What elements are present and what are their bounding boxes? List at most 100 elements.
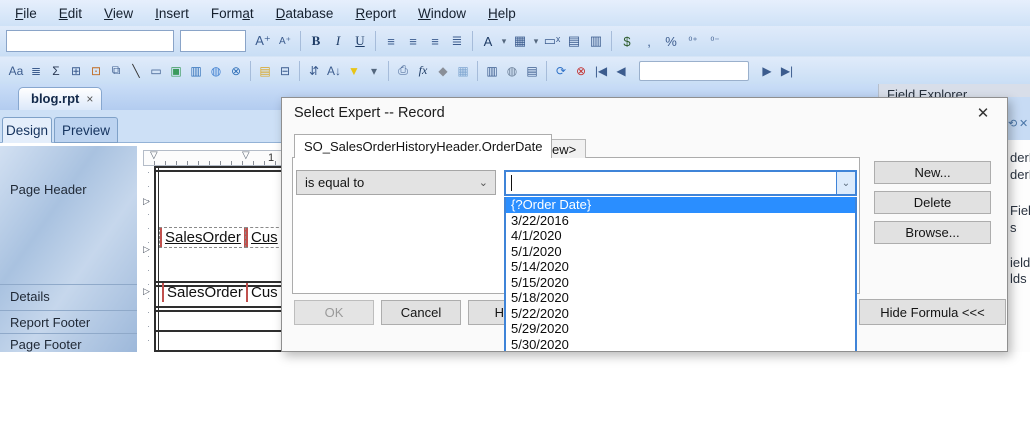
decrease-font-size-icon[interactable]: A⁺ [274,30,296,52]
select-expert-dropdown-icon[interactable]: ▾ [364,60,384,82]
ruler-margin-marker[interactable]: ▽ [242,150,250,161]
insert-text-object-icon[interactable]: Aa [6,60,26,82]
insert-group-icon[interactable]: ≣ [26,60,46,82]
menu-report[interactable]: Report [344,3,407,24]
value-dropdown-list[interactable]: {?Order Date} 3/22/2016 4/1/2020 5/1/2020 5/… [504,197,857,352]
underline-icon[interactable]: U [349,30,371,52]
guide-marker-icon[interactable]: ▷ [143,286,150,297]
section-label-page-header[interactable]: Page Header [10,182,87,197]
header-field-object[interactable]: SalesOrder [159,227,247,248]
dropdown-list-item[interactable]: 3/22/2016 [506,213,855,229]
align-justify-icon[interactable]: ≣ [446,30,468,52]
database-expert-icon[interactable]: ▤ [255,60,275,82]
new-button[interactable]: New... [874,161,991,184]
section-label-page-footer[interactable]: Page Footer [10,337,82,352]
lock-position-icon[interactable]: ▥ [585,30,607,52]
next-page-icon[interactable]: ▶ [757,60,777,82]
borders-icon[interactable]: ▦ [509,30,531,52]
section-label-details[interactable]: Details [10,289,50,304]
align-center-icon[interactable]: ≡ [402,30,424,52]
section-label-report-footer[interactable]: Report Footer [10,315,90,330]
menu-view[interactable]: View [93,3,144,24]
decrease-decimals-icon[interactable]: ⁰⁻ [704,30,726,52]
set-datasource-icon[interactable]: ⊟ [275,60,295,82]
report-explorer-icon[interactable]: ◍ [502,60,522,82]
insert-map-icon[interactable]: ◍ [206,60,226,82]
dropdown-list-item[interactable]: 5/22/2020 [506,306,855,322]
ok-button[interactable]: OK [294,300,374,325]
menu-help[interactable]: Help [477,3,527,24]
grid-options-icon[interactable]: ▦ [453,60,473,82]
header-field-object[interactable]: Cus [245,227,284,248]
suppress-icon[interactable]: ▭ˣ [541,30,563,52]
dialog-close-icon[interactable]: ✕ [973,104,993,122]
detail-field-object[interactable]: SalesOrder [162,283,248,302]
align-right-icon[interactable]: ≡ [424,30,446,52]
close-tab-icon[interactable]: × [86,91,93,110]
tab-design[interactable]: Design [2,117,52,143]
insert-line-icon[interactable]: ╲ [126,60,146,82]
guide-marker-icon[interactable]: ▷ [143,244,150,255]
menu-format[interactable]: Format [200,3,265,24]
font-name-combo[interactable] [6,30,174,52]
dropdown-list-item[interactable]: 5/18/2020 [506,290,855,306]
dropdown-list-item[interactable]: {?Order Date} [506,197,855,213]
panel-toolbar-icon-fragment[interactable]: ✕ [1019,117,1028,130]
previous-page-icon[interactable]: ◀ [611,60,631,82]
font-color-dropdown-icon[interactable]: ▾ [499,30,509,52]
value-combo-input[interactable]: ⌄ [504,170,857,196]
dropdown-list-item[interactable]: 4/1/2020 [506,228,855,244]
dropdown-list-item[interactable]: 5/29/2020 [506,321,855,337]
select-expert-icon[interactable]: ▼ [344,60,364,82]
insert-crosstab-icon[interactable]: ⊞ [66,60,86,82]
tab-orderdate-condition[interactable]: SO_SalesOrderHistoryHeader.OrderDate [294,134,553,158]
dropdown-list-item[interactable]: 5/14/2020 [506,259,855,275]
group-expert-icon[interactable]: ⇵ [304,60,324,82]
increase-decimals-icon[interactable]: ⁰⁺ [682,30,704,52]
thousands-separator-icon[interactable]: , [638,30,660,52]
guide-marker-icon[interactable]: ▷ [143,196,150,207]
section-expert-icon[interactable]: ⎙ [393,60,413,82]
menu-edit[interactable]: Edit [48,3,93,24]
insert-olap-grid-icon[interactable]: ⊡ [86,60,106,82]
panel-toolbar-icon-fragment[interactable]: ⟲ [1008,117,1017,130]
stop-icon[interactable]: ⊗ [571,60,591,82]
formula-workshop-icon[interactable]: fx [413,60,433,82]
menu-file[interactable]: File [4,3,48,24]
insert-flash-icon[interactable]: ⊗ [226,60,246,82]
bold-icon[interactable]: B [305,30,327,52]
insert-picture-icon[interactable]: ▣ [166,60,186,82]
delete-button[interactable]: Delete [874,191,991,214]
font-size-combo[interactable] [180,30,246,52]
align-left-icon[interactable]: ≡ [380,30,402,52]
repository-explorer-icon[interactable]: ▤ [522,60,542,82]
combo-dropdown-button[interactable]: ⌄ [836,172,855,194]
currency-icon[interactable]: $ [616,30,638,52]
insert-box-icon[interactable]: ▭ [146,60,166,82]
italic-icon[interactable]: I [327,30,349,52]
menu-window[interactable]: Window [407,3,477,24]
font-color-icon[interactable]: A [477,30,499,52]
olap-design-icon[interactable]: ◆ [433,60,453,82]
record-sort-expert-icon[interactable]: A↓ [324,60,344,82]
dropdown-list-item[interactable]: 5/30/2020 [506,337,855,352]
first-page-icon[interactable]: |◀ [591,60,611,82]
detail-field-object[interactable]: Cus [246,283,283,302]
page-number-box[interactable] [639,60,749,81]
hide-formula-button[interactable]: Hide Formula <<< [859,299,1006,325]
dropdown-list-item[interactable]: 5/1/2020 [506,244,855,260]
document-tab-blog-rpt[interactable]: blog.rpt × [18,87,103,110]
operator-select[interactable]: is equal to ⌄ [296,170,496,195]
ruler-margin-marker[interactable]: ▽ [150,150,158,161]
increase-font-size-icon[interactable]: A⁺ [252,30,274,52]
percent-icon[interactable]: % [660,30,682,52]
borders-dropdown-icon[interactable]: ▾ [531,30,541,52]
field-explorer-icon[interactable]: ▥ [482,60,502,82]
last-page-icon[interactable]: ▶| [777,60,797,82]
browse-button[interactable]: Browse... [874,221,991,244]
insert-subreport-icon[interactable]: ⧉ [106,60,126,82]
menu-database[interactable]: Database [265,3,345,24]
menu-insert[interactable]: Insert [144,3,200,24]
insert-summary-icon[interactable]: Σ [46,60,66,82]
tab-preview[interactable]: Preview [54,117,118,143]
